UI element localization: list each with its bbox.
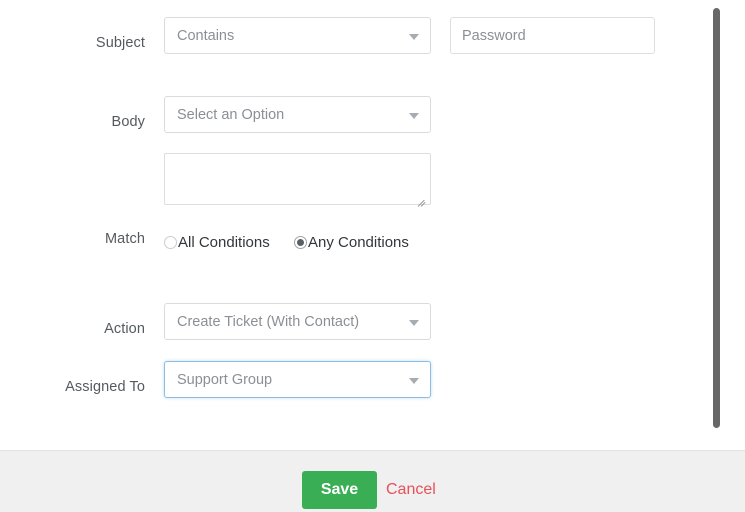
radio-label-any-conditions: Any Conditions bbox=[308, 234, 409, 251]
label-subject: Subject bbox=[95, 35, 145, 51]
label-assigned-to: Assigned To bbox=[65, 379, 145, 395]
chevron-down-icon bbox=[409, 113, 419, 119]
form-scroll-region[interactable]: Subject Contains Body Select an Option bbox=[0, 0, 745, 450]
vertical-scrollbar-thumb[interactable] bbox=[713, 8, 720, 428]
save-button[interactable]: Save bbox=[302, 471, 377, 509]
action-select[interactable]: Create Ticket (With Contact) bbox=[164, 303, 431, 340]
body-value-textarea[interactable] bbox=[164, 153, 431, 205]
right-gutter bbox=[721, 0, 745, 450]
vertical-scrollbar-track[interactable] bbox=[712, 0, 721, 450]
chevron-down-icon bbox=[409, 34, 419, 40]
subject-value-input[interactable] bbox=[450, 17, 655, 54]
subject-operator-select[interactable]: Contains bbox=[164, 17, 431, 54]
label-action: Action bbox=[104, 321, 145, 337]
chevron-down-icon bbox=[409, 378, 419, 384]
radio-label-all-conditions: All Conditions bbox=[178, 234, 270, 251]
assigned-to-value: Support Group bbox=[177, 372, 273, 388]
radio-indicator-checked bbox=[294, 236, 307, 249]
label-match: Match bbox=[105, 231, 145, 247]
body-operator-select[interactable]: Select an Option bbox=[164, 96, 431, 133]
action-value: Create Ticket (With Contact) bbox=[177, 314, 360, 330]
cancel-button[interactable]: Cancel bbox=[386, 471, 436, 509]
radio-indicator-unchecked bbox=[164, 236, 177, 249]
subject-operator-value: Contains bbox=[177, 28, 235, 44]
body-operator-value: Select an Option bbox=[177, 107, 285, 123]
label-body: Body bbox=[111, 114, 145, 130]
match-radio-group: All Conditions Any Conditions bbox=[164, 232, 464, 254]
assigned-to-select[interactable]: Support Group bbox=[164, 361, 431, 398]
automation-rule-form: Subject Contains Body Select an Option bbox=[0, 0, 745, 512]
form-footer: Save Cancel bbox=[0, 450, 745, 512]
chevron-down-icon bbox=[409, 320, 419, 326]
